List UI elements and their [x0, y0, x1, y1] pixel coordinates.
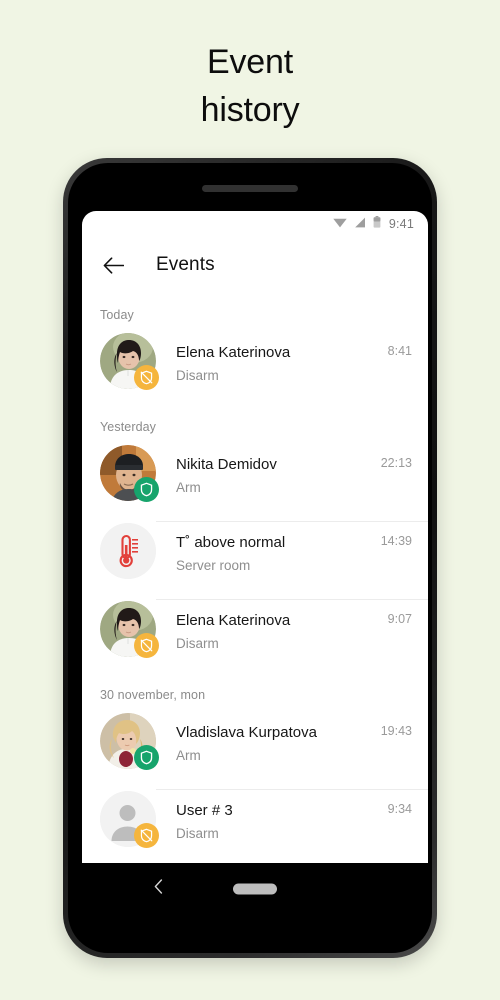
section-header-date: 30 november, mon: [100, 688, 206, 702]
event-list-item[interactable]: T˚ above normal Server room 14:39: [82, 521, 428, 599]
nav-back-icon[interactable]: [154, 879, 163, 899]
event-time: 14:39: [380, 534, 412, 548]
page-header-title: Events: [156, 254, 215, 275]
signal-icon: [354, 215, 366, 233]
event-list-item[interactable]: Elena Katerinova Disarm 9:07: [82, 599, 428, 677]
event-subtitle: Disarm: [176, 636, 219, 651]
phone-device-frame: 9:41 Events Today Elena Katerinova Disar…: [63, 158, 437, 958]
event-subtitle: Disarm: [176, 368, 219, 383]
event-list-item[interactable]: Nikita Demidov Arm 22:13: [82, 443, 428, 521]
page-title-line-1: Event: [207, 43, 293, 81]
event-time: 19:43: [380, 724, 412, 738]
wifi-icon: [333, 215, 347, 233]
event-list: Today Elena Katerinova Disarm 8:41 Yeste…: [82, 293, 428, 867]
event-list-item[interactable]: User # 3 Disarm 9:34: [82, 789, 428, 867]
event-row-body: Elena Katerinova Disarm 8:41: [156, 331, 412, 397]
event-subtitle: Disarm: [176, 826, 219, 841]
thermometer-icon: [100, 523, 156, 579]
event-title: T˚ above normal: [176, 534, 286, 551]
status-bar-time: 9:41: [388, 217, 414, 231]
back-arrow-icon[interactable]: [100, 252, 126, 278]
event-row-body: T˚ above normal Server room 14:39: [156, 521, 428, 587]
page-title-line-2: history: [200, 91, 300, 129]
avatar: [100, 791, 159, 848]
avatar: [100, 445, 159, 502]
row-divider: [156, 789, 428, 790]
event-title: Vladislava Kurpatova: [176, 724, 317, 741]
row-divider: [156, 599, 428, 600]
event-subtitle: Arm: [176, 748, 201, 763]
app-bar: Events: [82, 237, 428, 293]
event-time: 22:13: [380, 456, 412, 470]
event-title: Elena Katerinova: [176, 344, 291, 361]
avatar: [100, 333, 159, 390]
earpiece-speaker: [202, 185, 298, 192]
row-divider: [156, 521, 428, 522]
event-list-item[interactable]: Elena Katerinova Disarm 8:41: [82, 331, 428, 409]
page-title: Event history: [0, 38, 500, 134]
event-row-body: Nikita Demidov Arm 22:13: [156, 443, 412, 509]
event-title: Elena Katerinova: [176, 612, 291, 629]
event-title: Nikita Demidov: [176, 456, 277, 473]
event-row-body: Vladislava Kurpatova Arm 19:43: [156, 711, 412, 777]
app-screen: 9:41 Events Today Elena Katerinova Disar…: [82, 211, 428, 873]
android-nav-bar: [82, 863, 428, 915]
event-time: 8:41: [387, 344, 412, 358]
event-row-body: Elena Katerinova Disarm 9:07: [156, 599, 428, 665]
phone-screen-bezel: 9:41 Events Today Elena Katerinova Disar…: [68, 163, 432, 953]
avatar: [100, 601, 159, 658]
section-header-today: Today: [100, 308, 134, 322]
event-time: 9:07: [387, 612, 412, 626]
status-bar: 9:41: [82, 211, 428, 237]
battery-icon: [373, 215, 381, 233]
avatar: [100, 713, 159, 770]
event-subtitle: Server room: [176, 558, 251, 573]
event-list-item[interactable]: Vladislava Kurpatova Arm 19:43: [82, 711, 428, 789]
home-indicator[interactable]: [233, 883, 277, 895]
event-time: 9:34: [387, 802, 412, 816]
avatar: [100, 523, 156, 579]
event-title: User # 3: [176, 802, 233, 819]
section-header-yesterday: Yesterday: [100, 420, 157, 434]
event-subtitle: Arm: [176, 480, 201, 495]
event-row-body: User # 3 Disarm 9:34: [156, 789, 428, 855]
